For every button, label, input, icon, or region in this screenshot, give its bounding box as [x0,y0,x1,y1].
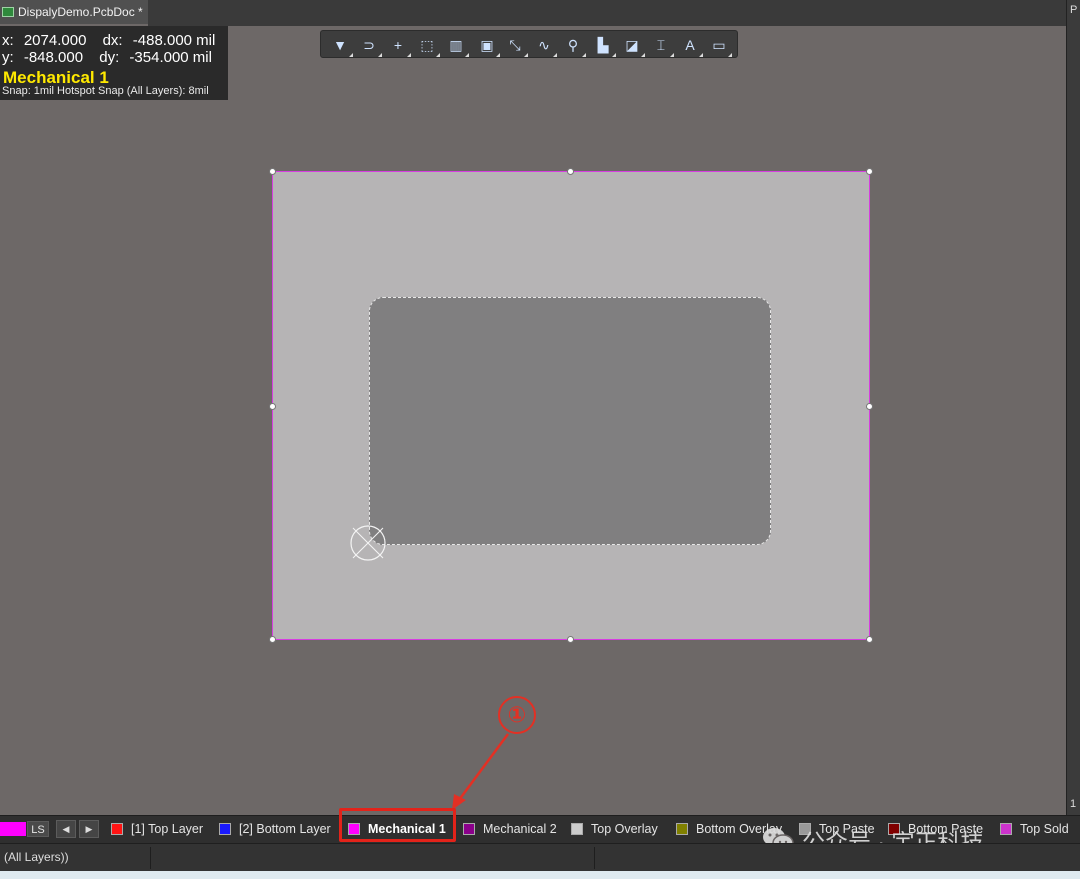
layer-tab-label: Top Sold [1020,822,1069,836]
layer-tab-top-overlay[interactable]: Top Overlay [571,816,658,842]
hud-snap-info: Snap: 1mil Hotspot Snap (All Layers): 8m… [2,85,209,97]
layer-color-swatch [463,823,475,835]
hud-y-value: -848.000 [23,49,84,66]
status-bar: (All Layers)) [0,843,1080,871]
polygon-fill-icon[interactable]: ▙ [592,35,616,57]
hud-dx-label: dx: [102,32,123,49]
status-separator [150,847,151,869]
selection-handle-middle-right[interactable] [866,403,873,410]
layer-tab-label: [1] Top Layer [131,822,204,836]
right-panel-label-top: P [1070,4,1078,16]
hud-dx-value: -488.000 mil [132,32,216,49]
crosshair-plus-icon[interactable]: + [387,35,411,57]
selection-handle-bottom-center[interactable] [567,636,574,643]
hud-y-label: y: [2,49,14,66]
layer-color-swatch [219,823,231,835]
board-origin-marker-icon [350,525,386,561]
interactive-route-magnet-icon[interactable]: ⊃ [358,35,382,57]
board-outline[interactable] [272,171,870,640]
coordinate-hud: x: 2074.000 dx: -488.000 mil y: -848.000… [0,26,228,100]
layer-tab-label: Top Overlay [591,822,658,836]
hud-y-row: y: -848.000 dy: -354.000 mil [2,49,212,66]
layer-scroll-right-button[interactable]: ▶ [79,820,99,838]
hud-dy-value: -354.000 mil [129,49,212,66]
hud-x-label: x: [2,32,14,49]
rectangle-outline-icon[interactable]: ▭ [708,35,732,57]
pcb-document-icon [2,7,14,17]
selection-handle-bottom-left[interactable] [269,636,276,643]
layer-tab-1-top-layer[interactable]: [1] Top Layer [111,816,203,842]
hud-x-row: x: 2074.000 dx: -488.000 mil [2,32,215,49]
route-track-icon[interactable]: ⤡ [504,35,528,57]
layer-tab-label: [2] Bottom Layer [239,822,331,836]
active-bar-toolbar: ▼ ⊃ + ⬚ ▥ ▣ ⤡ ∿ ⚲ ▙ ◪ ⌶ A ▭ [320,30,738,58]
annotation-highlight-box [339,808,456,842]
via-pin-icon[interactable]: ⚲ [562,35,586,57]
status-selection-filter: (All Layers)) [4,850,69,864]
layer-scroll-left-button[interactable]: ◀ [56,820,76,838]
document-tab-title: DispalyDemo.PcbDoc * [18,5,143,19]
selection-handle-top-right[interactable] [866,168,873,175]
dimension-icon[interactable]: ⌶ [650,35,674,57]
hud-x-value: 2074.000 [23,32,87,49]
selection-handle-bottom-right[interactable] [866,636,873,643]
window-bottom-strip [0,871,1080,879]
status-separator [594,847,595,869]
component-icon[interactable]: ▣ [476,35,500,57]
annotation-arrow-icon [452,733,510,810]
hud-dy-label: dy: [99,49,120,66]
right-panel-label-bottom: 1 [1070,798,1077,810]
board-cutout-region[interactable] [369,297,771,545]
document-tab-strip: DispalyDemo.PcbDoc * [0,0,1066,26]
layer-tab-2-bottom-layer[interactable]: [2] Bottom Layer [219,816,331,842]
pcb-editor-window: { "document": { "tab_title": "DispalyDem… [0,0,1080,879]
layer-set-button[interactable]: LS [27,821,49,837]
layer-tab-mechanical-2[interactable]: Mechanical 2 [463,816,557,842]
selection-handle-top-left[interactable] [269,168,276,175]
layer-color-swatch [571,823,583,835]
layer-color-swatch [676,823,688,835]
diff-pair-icon[interactable]: ∿ [533,35,557,57]
layer-tab-top-sold[interactable]: Top Sold [1000,816,1069,842]
layer-tab-label: Mechanical 2 [483,822,557,836]
selection-handle-top-center[interactable] [567,168,574,175]
document-tab-dispalydemo[interactable]: DispalyDemo.PcbDoc * [0,0,148,26]
layer-color-swatch [1000,823,1012,835]
current-layer-color-swatch[interactable] [0,822,26,836]
string-text-icon[interactable]: A [679,35,703,57]
filter-icon[interactable]: ▼ [329,35,353,57]
selection-handle-middle-left[interactable] [269,403,276,410]
annotation-marker-1: ① [498,696,536,734]
align-icon[interactable]: ▥ [445,35,469,57]
keepout-icon[interactable]: ◪ [621,35,645,57]
select-rectangle-icon[interactable]: ⬚ [416,35,440,57]
right-panel-edge[interactable]: P 1 [1066,0,1080,815]
layer-color-swatch [111,823,123,835]
